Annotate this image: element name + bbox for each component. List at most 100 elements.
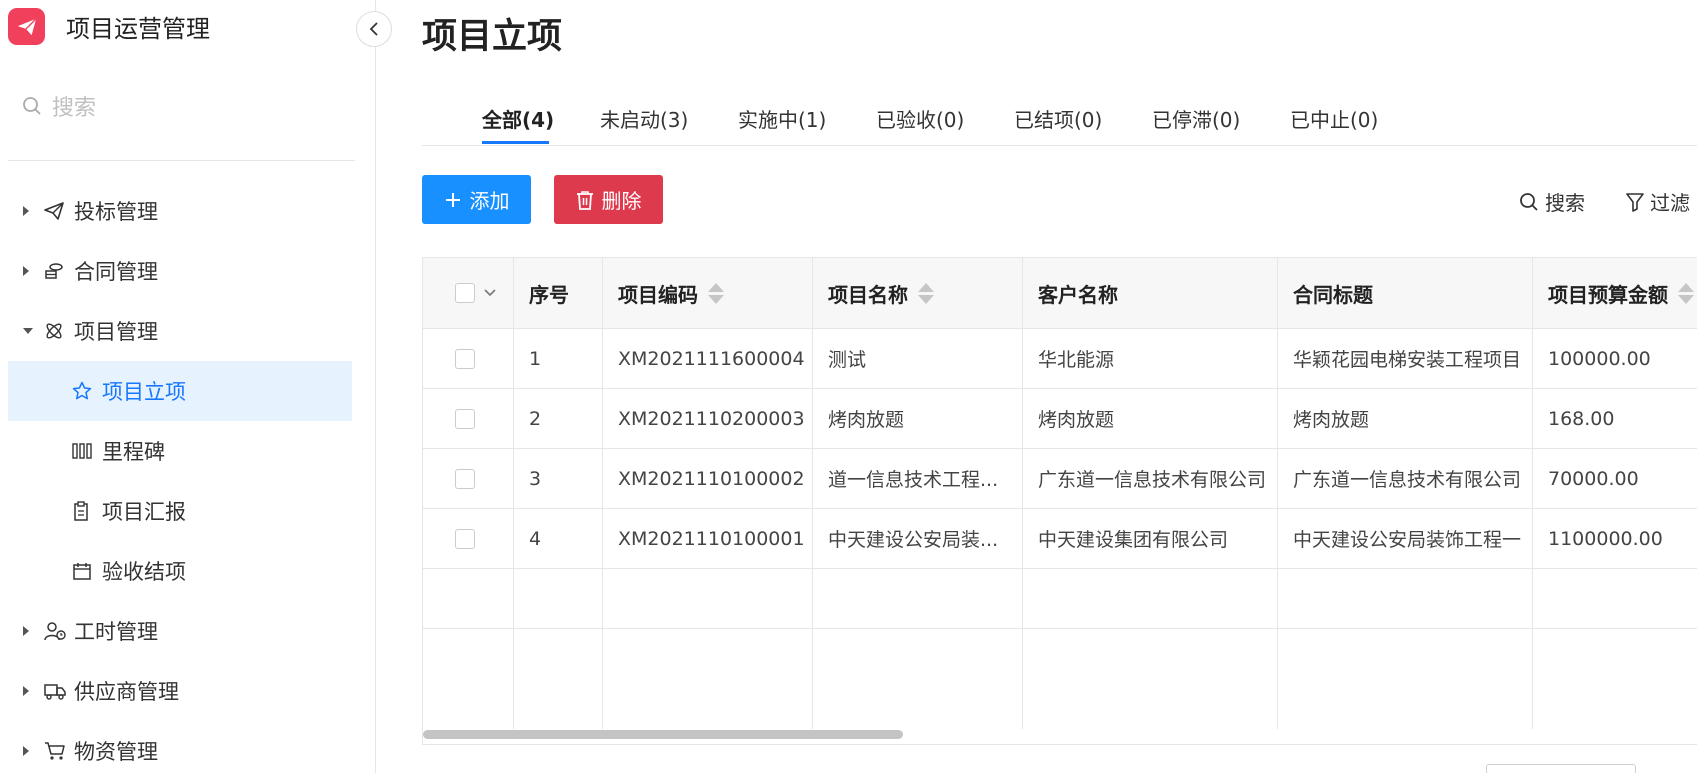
table-row[interactable]: 4 XM2021110100001 中天建设公安局装... 中天建设集团有限公司… bbox=[423, 509, 1697, 569]
tab-in-progress[interactable]: 实施中(1) bbox=[738, 104, 826, 133]
clipboard-icon bbox=[72, 501, 98, 521]
tab-closed[interactable]: 已结项(0) bbox=[1014, 104, 1102, 133]
cell-code: XM2021110200003 bbox=[603, 389, 813, 448]
column-header-label: 合同标题 bbox=[1293, 282, 1373, 307]
tab-accepted[interactable]: 已验收(0) bbox=[876, 104, 964, 133]
sidebar-item-label: 项目汇报 bbox=[102, 500, 186, 524]
empty-cell bbox=[423, 629, 514, 729]
tab-stalled[interactable]: 已停滞(0) bbox=[1152, 104, 1240, 133]
page-size-select[interactable] bbox=[1486, 764, 1636, 773]
column-header-budget[interactable]: 项目预算金额 bbox=[1533, 258, 1697, 328]
empty-cell bbox=[1533, 569, 1697, 628]
row-select-cell bbox=[423, 509, 514, 568]
table-header: 序号 项目编码 项目名称 客户名称 合同标题 项目预算金额 bbox=[423, 258, 1697, 329]
chevron-left-icon bbox=[369, 22, 378, 36]
sort-icon[interactable] bbox=[1678, 282, 1694, 304]
active-tab-indicator bbox=[482, 141, 549, 144]
column-header-label: 序号 bbox=[529, 282, 569, 307]
empty-table-row bbox=[423, 629, 1697, 729]
column-header-index: 序号 bbox=[514, 258, 603, 328]
cell-index: 2 bbox=[514, 389, 603, 448]
coins-icon bbox=[44, 262, 70, 280]
atom-icon bbox=[44, 321, 70, 341]
star-icon bbox=[72, 381, 98, 401]
brand: 项目运营管理 bbox=[8, 8, 210, 45]
select-all-checkbox[interactable] bbox=[455, 283, 475, 303]
main-content: 项目立项 全部(4) 未启动(3) 实施中(1) 已验收(0) 已结项(0) 已… bbox=[376, 0, 1697, 773]
app-title: 项目运营管理 bbox=[66, 15, 210, 43]
cell-customer: 广东道一信息技术有限公司 bbox=[1023, 449, 1278, 508]
select-all-cell bbox=[423, 258, 514, 328]
sidebar-item-worktime[interactable]: 工时管理 bbox=[8, 601, 352, 661]
sidebar-item-label: 里程碑 bbox=[102, 440, 165, 464]
empty-cell bbox=[1533, 629, 1697, 729]
sidebar-search-placeholder: 搜索 bbox=[52, 96, 97, 121]
caret-right-icon bbox=[22, 685, 44, 697]
delete-button-label: 删除 bbox=[601, 189, 642, 213]
sidebar-item-label: 项目管理 bbox=[74, 320, 158, 344]
delete-button[interactable]: 删除 bbox=[554, 175, 663, 224]
sidebar-item-supplier[interactable]: 供应商管理 bbox=[8, 661, 352, 721]
cell-name: 测试 bbox=[813, 329, 1023, 388]
sidebar-collapse-button[interactable] bbox=[356, 11, 392, 47]
empty-cell bbox=[423, 569, 514, 628]
app-window: 项目运营管理 搜索 投标管理 合同管理 项目管理 项目立项 里程碑 项目汇报 验… bbox=[0, 0, 1697, 773]
sidebar-item-acceptance[interactable]: 验收结项 bbox=[8, 541, 352, 601]
column-header-name[interactable]: 项目名称 bbox=[813, 258, 1023, 328]
sidebar-item-contract[interactable]: 合同管理 bbox=[8, 241, 352, 301]
sidebar-item-label: 投标管理 bbox=[74, 200, 158, 224]
cell-budget: 1100000.00 bbox=[1548, 527, 1663, 550]
row-checkbox[interactable] bbox=[455, 348, 475, 369]
tab-terminated[interactable]: 已中止(0) bbox=[1290, 104, 1378, 133]
horizontal-scrollbar[interactable] bbox=[423, 730, 903, 739]
caret-right-icon bbox=[22, 265, 44, 277]
sidebar-item-label: 验收结项 bbox=[102, 560, 186, 584]
column-header-customer: 客户名称 bbox=[1023, 258, 1278, 328]
table-row[interactable]: 3 XM2021110100002 道一信息技术工程... 广东道一信息技术有限… bbox=[423, 449, 1697, 509]
search-icon bbox=[23, 97, 41, 115]
add-button[interactable]: 添加 bbox=[422, 175, 531, 224]
sidebar-item-label: 项目立项 bbox=[102, 380, 186, 404]
table-row[interactable]: 2 XM2021110200003 烤肉放题 烤肉放题 烤肉放题 168.00 bbox=[423, 389, 1697, 449]
paper-plane-logo-icon bbox=[8, 8, 45, 45]
cell-budget: 70000.00 bbox=[1548, 467, 1639, 490]
tab-all[interactable]: 全部(4) bbox=[482, 104, 554, 133]
chevron-down-icon[interactable] bbox=[483, 288, 497, 298]
cell-contract: 中天建设公安局装饰工程一 bbox=[1278, 509, 1533, 568]
sidebar-item-milestone[interactable]: 里程碑 bbox=[8, 421, 352, 481]
cell-index: 4 bbox=[514, 509, 603, 568]
row-checkbox[interactable] bbox=[455, 468, 475, 489]
empty-table-row bbox=[423, 569, 1697, 629]
user-clock-icon bbox=[44, 621, 70, 641]
column-header-label: 项目名称 bbox=[828, 282, 908, 307]
search-button[interactable]: 搜索 bbox=[1519, 187, 1585, 216]
columns-icon bbox=[72, 443, 98, 459]
add-button-label: 添加 bbox=[469, 189, 510, 213]
table-row[interactable]: 1 XM2021111600004 测试 华北能源 华颖花园电梯安装工程项目 1… bbox=[423, 329, 1697, 389]
sidebar-item-project[interactable]: 项目管理 bbox=[8, 301, 352, 361]
search-button-label: 搜索 bbox=[1545, 191, 1585, 215]
sidebar-menu: 投标管理 合同管理 项目管理 项目立项 里程碑 项目汇报 验收结项 工时管理 供… bbox=[8, 181, 352, 773]
row-checkbox[interactable] bbox=[455, 408, 475, 429]
sort-icon[interactable] bbox=[708, 282, 724, 304]
sidebar-item-label: 物资管理 bbox=[74, 740, 158, 764]
column-header-contract: 合同标题 bbox=[1278, 258, 1533, 328]
sidebar-item-project-initiation[interactable]: 项目立项 bbox=[8, 361, 352, 421]
filter-button[interactable]: 过滤 bbox=[1626, 187, 1690, 216]
cell-customer: 华北能源 bbox=[1023, 329, 1278, 388]
sidebar-item-materials[interactable]: 物资管理 bbox=[8, 721, 352, 773]
sidebar-item-report[interactable]: 项目汇报 bbox=[8, 481, 352, 541]
row-select-cell bbox=[423, 389, 514, 448]
sidebar-search[interactable]: 搜索 bbox=[22, 90, 96, 122]
caret-down-icon bbox=[22, 327, 44, 335]
cell-customer: 中天建设集团有限公司 bbox=[1023, 509, 1278, 568]
row-checkbox[interactable] bbox=[455, 528, 475, 549]
tab-not-started[interactable]: 未启动(3) bbox=[600, 104, 688, 133]
empty-cell bbox=[603, 629, 813, 729]
sort-icon[interactable] bbox=[918, 282, 934, 304]
empty-cell bbox=[1023, 629, 1278, 729]
column-header-code[interactable]: 项目编码 bbox=[603, 258, 813, 328]
cell-customer: 烤肉放题 bbox=[1023, 389, 1278, 448]
cell-code: XM2021111600004 bbox=[603, 329, 813, 388]
sidebar-item-bidding[interactable]: 投标管理 bbox=[8, 181, 352, 241]
